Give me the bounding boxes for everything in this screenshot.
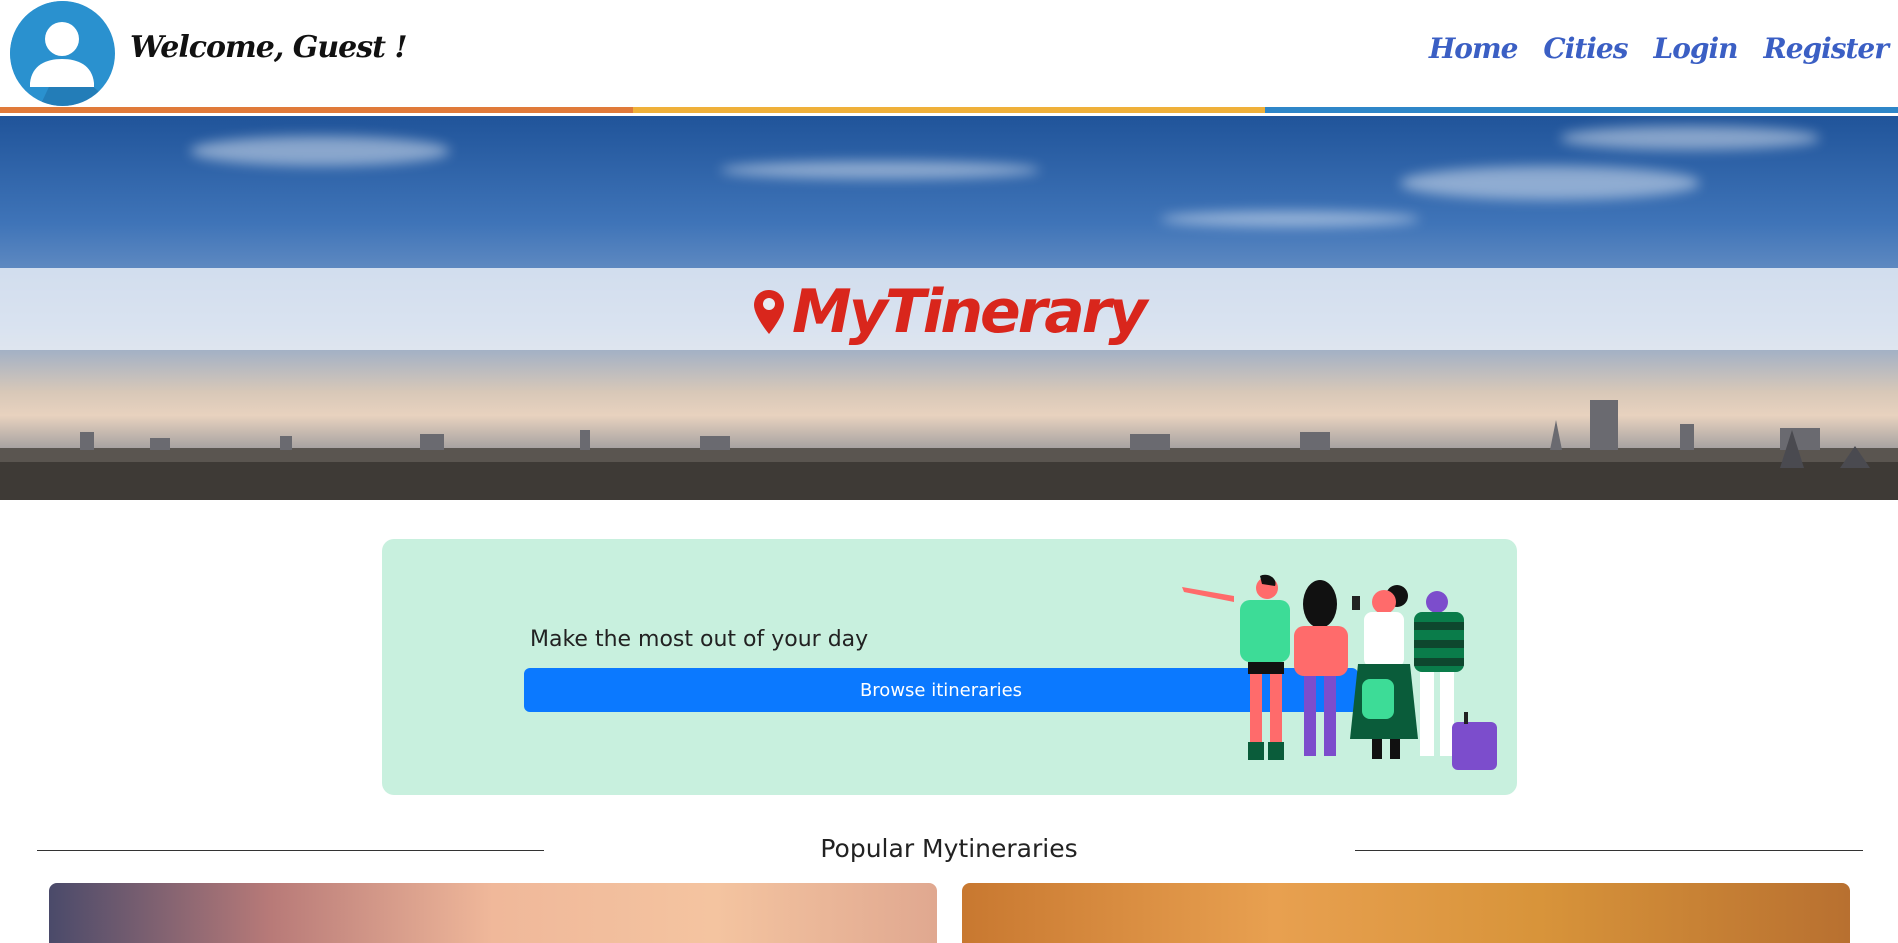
main-nav: Home Cities Login Register (1429, 32, 1889, 65)
nav-home[interactable]: Home (1429, 32, 1519, 65)
header: Welcome, Guest ! Home Cities Login Regis… (0, 0, 1898, 108)
welcome-text: Welcome, Guest ! (130, 30, 408, 65)
promo-card: Make the most out of your day Browse iti… (382, 539, 1517, 795)
itinerary-card[interactable] (962, 883, 1850, 943)
stripe-blue (1265, 107, 1898, 113)
color-stripe-divider (0, 107, 1898, 113)
cloud (1400, 166, 1700, 200)
travelers-illustration (1182, 574, 1497, 770)
city-skyline (0, 400, 1898, 500)
logo-text: MyTinerary (792, 277, 1147, 347)
stripe-orange (0, 107, 633, 113)
cloud (720, 161, 1040, 179)
itinerary-card[interactable] (49, 883, 937, 943)
app-logo[interactable]: MyTinerary (752, 277, 1147, 347)
avatar[interactable] (10, 1, 115, 106)
promo-title: Make the most out of your day (530, 627, 869, 652)
stripe-yellow (632, 107, 1266, 113)
map-pin-icon (754, 290, 784, 334)
nav-cities[interactable]: Cities (1543, 32, 1628, 65)
user-icon (10, 1, 115, 106)
cloud (1160, 211, 1420, 227)
popular-section-title: Popular Mytineraries (820, 834, 1078, 863)
cloud (1560, 126, 1820, 150)
nav-register[interactable]: Register (1763, 32, 1889, 65)
cloud (190, 136, 450, 166)
nav-login[interactable]: Login (1654, 32, 1739, 65)
